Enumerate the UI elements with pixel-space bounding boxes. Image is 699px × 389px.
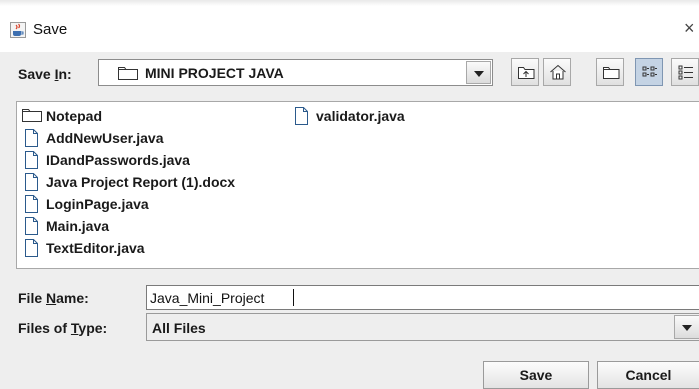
folder-icon <box>118 67 138 80</box>
file-name-text: IDandPasswords.java <box>46 152 190 168</box>
details-view-button[interactable] <box>671 58 699 86</box>
close-icon[interactable]: × <box>684 18 695 39</box>
new-folder-button[interactable] <box>596 58 624 86</box>
file-name-field[interactable] <box>146 285 699 310</box>
new-folder-icon <box>603 67 620 79</box>
window-title: Save <box>33 21 68 38</box>
title-bar: Save × <box>0 0 699 52</box>
save-in-dropdown[interactable]: MINI PROJECT JAVA <box>98 59 493 86</box>
up-one-level-icon <box>518 67 535 79</box>
list-view-button[interactable] <box>635 58 663 86</box>
file-icon <box>25 217 38 235</box>
file-icon <box>25 151 38 169</box>
file-name-text: AddNewUser.java <box>46 130 164 146</box>
home-button[interactable] <box>543 58 571 86</box>
cancel-button[interactable]: Cancel <box>597 361 699 389</box>
up-one-level-button[interactable] <box>511 58 539 86</box>
file-name-text: Notepad <box>46 108 102 124</box>
save-in-selected-folder: MINI PROJECT JAVA <box>145 65 284 81</box>
java-cup-icon <box>10 22 26 38</box>
file-name-text: validator.java <box>316 108 405 124</box>
file-list[interactable]: Notepad AddNewUser.java IDandPasswords.j… <box>16 101 699 269</box>
details-view-icon <box>678 65 693 80</box>
chevron-down-icon[interactable] <box>674 315 699 339</box>
save-button[interactable]: Save <box>483 361 589 389</box>
home-icon <box>550 64 566 80</box>
window-top-shadow <box>0 0 699 6</box>
file-icon <box>25 195 38 213</box>
file-icon <box>295 107 308 125</box>
list-view-icon <box>642 66 657 77</box>
file-type-dropdown[interactable]: All Files <box>146 313 699 341</box>
file-type-label: Files of Type: <box>18 320 108 336</box>
folder-icon <box>22 109 42 122</box>
text-caret <box>293 289 294 306</box>
file-icon <box>25 173 38 191</box>
file-name-text: LoginPage.java <box>46 196 149 212</box>
file-name-text: Main.java <box>46 218 110 234</box>
chevron-down-icon[interactable] <box>466 61 491 84</box>
file-icon <box>25 129 38 147</box>
file-type-selected: All Files <box>152 320 206 336</box>
save-in-label: Save In: <box>18 66 72 82</box>
file-name-text: Java Project Report (1).docx <box>46 174 236 190</box>
file-name-text: TextEditor.java <box>46 240 145 256</box>
file-icon <box>25 239 38 257</box>
file-name-label: File Name: <box>18 290 89 306</box>
